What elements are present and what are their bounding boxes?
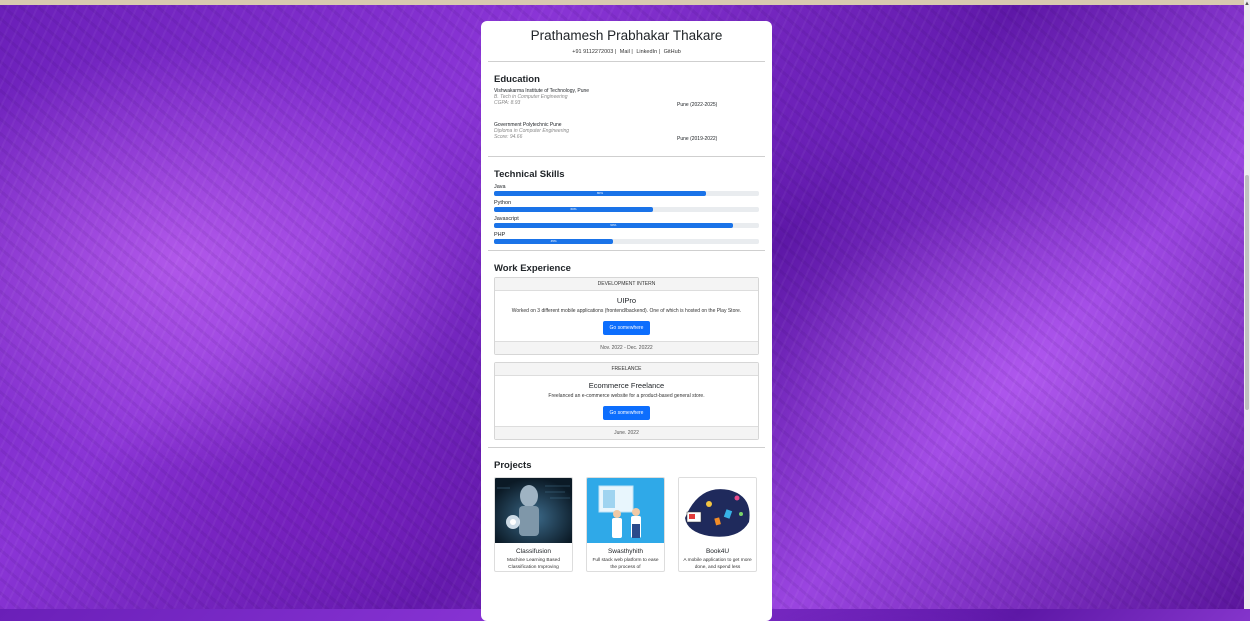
experience-header: DEVELOPMENT INTERN (495, 278, 758, 291)
project-list: Classifusion Machine Learning Based Clas… (494, 477, 759, 572)
mail-link[interactable]: Mail | (620, 49, 633, 55)
divider (488, 250, 765, 251)
skill-progress-fill: 60% (494, 207, 653, 212)
divider (488, 156, 765, 157)
experience-date: Nov. 2022 - Dec. 20222 (495, 341, 758, 354)
education-item: Government Polytechnic Pune Diploma in C… (494, 122, 759, 150)
experience-description: Worked on 3 different mobile application… (511, 308, 742, 314)
browser-top-edge (0, 0, 1250, 5)
scroll-up-arrow-icon[interactable]: ▲ (1244, 1, 1250, 7)
projects-title: Projects (494, 460, 532, 471)
project-title: Classifusion (515, 548, 552, 555)
contact-links: +91 9112272003 | Mail | LinkedIn | GitHu… (481, 49, 772, 55)
experience-description: Freelanced an e-commerce website for a p… (548, 393, 705, 399)
project-card[interactable]: Classifusion Machine Learning Based Clas… (494, 477, 573, 572)
resume-header: Prathamesh Prabhakar Thakare +91 9112272… (481, 21, 772, 55)
divider (488, 61, 765, 62)
page-title: Prathamesh Prabhakar Thakare (530, 28, 723, 43)
divider (488, 447, 765, 448)
robot-hand-image (495, 478, 572, 543)
go-somewhere-button[interactable]: Go somewhere (602, 406, 651, 420)
education-score: CGPA: 8.93 (494, 100, 521, 106)
education-place: Pune (2019-2022) (677, 136, 718, 142)
project-description: Full stack web platform to ease the proc… (592, 558, 659, 570)
project-card[interactable]: Swasthyhith Full stack web platform to e… (586, 477, 665, 572)
experience-title: Work Experience (494, 263, 571, 274)
education-item: Vishwakarma Institute of Technology, Pun… (494, 88, 759, 116)
education-place: Pune (2022-2025) (677, 102, 718, 108)
skill-progress-fill: 45% (494, 239, 614, 244)
experience-title-text: Ecommerce Freelance (588, 381, 665, 390)
skill-progress-bar: 60% (494, 207, 759, 212)
project-description: Machine Learning Based Classification Im… (506, 558, 561, 570)
skill-progress-fill: 80% (494, 191, 706, 196)
projects-section: Projects Classifusion Machine Learning B… (481, 460, 772, 572)
skill-progress-bar: 90% (494, 223, 759, 228)
skill-label: Javascript (494, 216, 519, 222)
skill-progress-bar: 80% (494, 191, 759, 196)
project-title: Book4U (705, 548, 730, 555)
skills-list: Java 80% Python 60% Javascript 90% PHP 45% (494, 183, 759, 244)
skill-progress-bar: 45% (494, 239, 759, 244)
experience-header: FREELANCE (495, 363, 758, 376)
education-section: Education Vishwakarma Institute of Techn… (481, 74, 772, 150)
experience-card: FREELANCE Ecommerce Freelance Freelanced… (494, 362, 759, 440)
scrollbar[interactable]: ▲ (1244, 0, 1250, 609)
linkedin-link[interactable]: LinkedIn | (636, 49, 660, 55)
experience-title-text: UIPro (616, 296, 637, 305)
skills-title: Technical Skills (494, 169, 565, 180)
experience-section: Work Experience DEVELOPMENT INTERN UIPro… (481, 263, 772, 440)
project-description: A mobile application to get more done, a… (683, 558, 752, 570)
experience-date: June. 2022 (495, 426, 758, 439)
education-title: Education (494, 74, 540, 85)
skill-progress-fill: 90% (494, 223, 733, 228)
project-card[interactable]: Book4U A mobile application to get more … (678, 477, 757, 572)
resume-card: Prathamesh Prabhakar Thakare +91 9112272… (481, 21, 772, 621)
project-title: Swasthyhith (607, 548, 644, 555)
skills-section: Technical Skills Java 80% Python 60% Javascr… (481, 169, 772, 244)
doctors-image (587, 478, 664, 543)
go-somewhere-button[interactable]: Go somewhere (602, 321, 651, 335)
education-score: Score: 94.66 (494, 134, 523, 140)
skill-label: Java (494, 184, 506, 190)
skill-label: PHP (494, 232, 506, 238)
phone-text: +91 9112272003 | (572, 49, 617, 55)
experience-card: DEVELOPMENT INTERN UIPro Worked on 3 dif… (494, 277, 759, 355)
scrollbar-thumb[interactable] (1245, 175, 1249, 410)
experience-body: Ecommerce Freelance Freelanced an e-comm… (495, 376, 758, 426)
skill-label: Python (494, 200, 512, 206)
experience-body: UIPro Worked on 3 different mobile appli… (495, 291, 758, 341)
book-app-image (679, 478, 756, 543)
github-link[interactable]: GitHub (664, 49, 681, 55)
